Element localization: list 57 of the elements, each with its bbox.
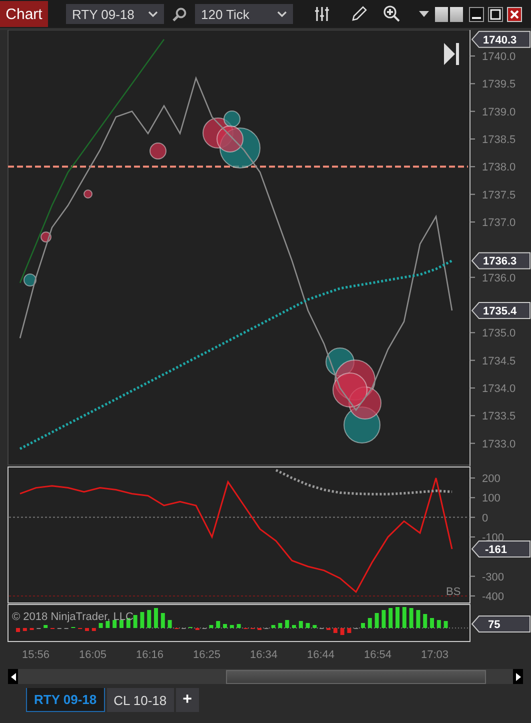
chevron-down-icon [148, 11, 158, 17]
pencil-icon[interactable] [351, 6, 367, 22]
axis-label: 1736.0 [482, 272, 516, 284]
axis-label: 1737.5 [482, 189, 516, 202]
instrument-dropdown[interactable]: RTY 09-18 [66, 4, 164, 24]
chart-tab[interactable]: CL 10-18 [106, 688, 174, 712]
zoom-in-icon[interactable] [383, 5, 401, 23]
interval-dropdown[interactable]: 120 Tick [195, 4, 293, 24]
add-tab-button[interactable]: + [176, 688, 199, 712]
axis-label: 100 [482, 492, 500, 505]
time-label: 16:25 [193, 649, 221, 661]
time-label: 16:16 [136, 649, 164, 661]
axis-label: -400 [482, 590, 504, 603]
indicators-icon[interactable] [315, 6, 331, 22]
axis-label: -300 [482, 571, 504, 584]
chevron-down-icon [277, 11, 287, 17]
axis-label: 1733.5 [482, 410, 516, 423]
time-label: 16:05 [79, 649, 107, 661]
axis-label: 1734.0 [482, 382, 516, 395]
value-flag: -161 [471, 540, 530, 558]
axis-label: 1737.0 [482, 217, 516, 229]
axis-label: 1738.0 [482, 162, 516, 174]
axis-label: 1740.0 [482, 51, 516, 63]
axis-label: 1733.0 [482, 438, 516, 450]
window-button[interactable] [435, 6, 448, 22]
axis-label: 1735.0 [482, 328, 516, 340]
indicator-label: BS [446, 586, 461, 598]
axis-label: 200 [482, 473, 500, 485]
axis-label: 1739.5 [482, 78, 516, 91]
time-label: 16:54 [364, 649, 392, 661]
chart-button[interactable]: Chart [0, 1, 48, 27]
search-icon[interactable] [172, 6, 187, 22]
axis-label: 1739.0 [482, 106, 516, 118]
axis-label: 1734.5 [482, 355, 516, 368]
minimize-icon[interactable] [469, 6, 484, 22]
left-arrow-icon [10, 672, 16, 680]
caret-icon[interactable] [419, 10, 429, 18]
scroll-left-button[interactable] [8, 669, 18, 684]
right-arrow-icon [516, 672, 520, 680]
time-label: 16:34 [250, 649, 278, 661]
price-flag: 1736.3 [471, 252, 530, 270]
price-flag: 1735.4 [471, 302, 530, 320]
time-label: 17:03 [421, 649, 449, 661]
scroll-right-button[interactable] [513, 669, 523, 684]
chart-tab[interactable]: RTY 09-18 [26, 688, 105, 712]
maximize-icon[interactable] [488, 6, 503, 22]
time-label: 16:44 [307, 649, 335, 661]
scrollbar-thumb[interactable] [226, 670, 486, 684]
time-label: 15:56 [22, 649, 50, 661]
axis-label: 1738.5 [482, 134, 516, 146]
axis-label: 0 [482, 512, 488, 524]
value-flag: 75 [471, 616, 530, 632]
jump-to-end-icon[interactable] [444, 43, 459, 65]
copyright-text: © 2018 NinjaTrader, LLC [12, 611, 134, 623]
price-flag: 1740.3 [471, 30, 530, 48]
window-button[interactable] [450, 6, 463, 22]
close-icon[interactable] [507, 6, 522, 22]
